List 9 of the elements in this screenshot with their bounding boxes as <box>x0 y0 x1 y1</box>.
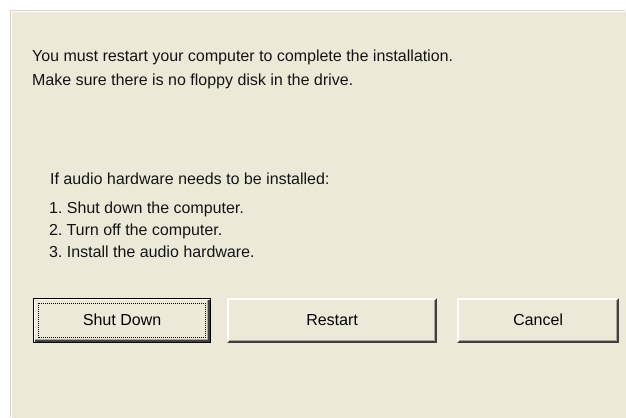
cancel-button[interactable]: Cancel <box>457 298 619 343</box>
note-heading: If audio hardware needs to be installed: <box>50 170 330 190</box>
message-text: You must restart your computer to complete the installation. <box>32 47 453 67</box>
message-text: Make sure there is no floppy disk in the drive. <box>32 71 354 91</box>
step-item: 2. Turn off the computer. <box>49 221 222 241</box>
shut-down-button[interactable]: Shut Down <box>33 298 211 343</box>
restart-button[interactable]: Restart <box>227 298 437 343</box>
step-item: 1. Shut down the computer. <box>49 199 244 219</box>
step-item: 3. Install the audio hardware. <box>49 243 254 263</box>
